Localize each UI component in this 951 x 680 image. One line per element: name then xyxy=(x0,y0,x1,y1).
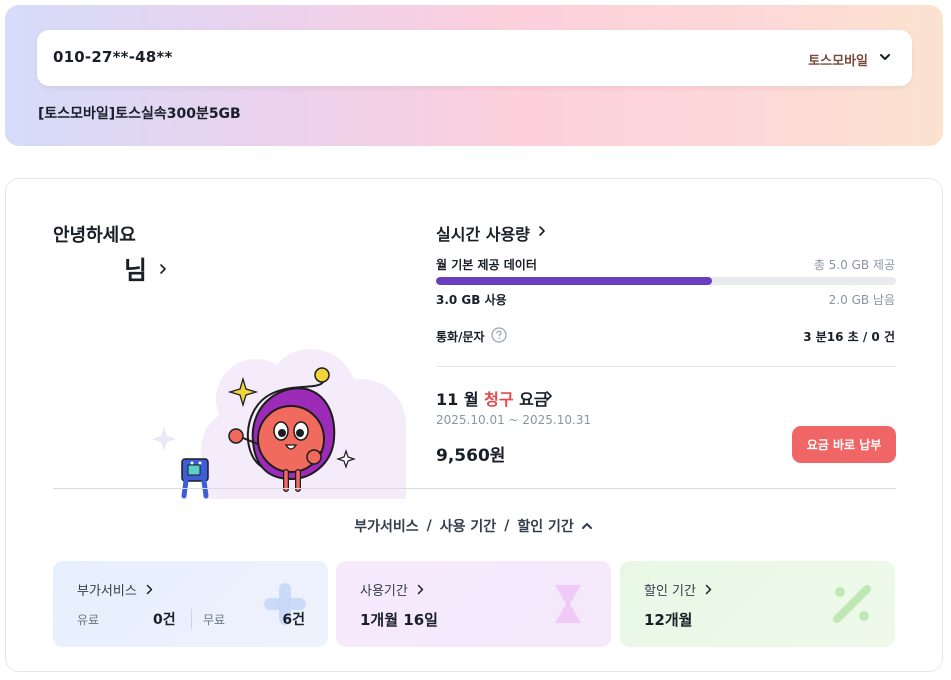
hourglass-icon xyxy=(555,585,581,623)
divider xyxy=(191,609,192,629)
bill-highlight: 청구 xyxy=(484,390,514,409)
phone-number: 010-27**-48** xyxy=(53,48,173,66)
usage-period-card[interactable]: 사용기간 1개월 16일 xyxy=(336,561,611,647)
addon-service-card[interactable]: 부가서비스 유료 0건 무료 6건 xyxy=(53,561,328,647)
help-icon[interactable] xyxy=(491,327,507,343)
greeting-text: 안녕하세요 xyxy=(53,225,136,246)
data-progress-bar xyxy=(436,277,896,285)
discount-title[interactable]: 할인 기간 xyxy=(644,580,713,599)
bill-title[interactable]: 11 월 청구 요금 xyxy=(436,386,549,410)
chevron-right-icon[interactable] xyxy=(158,263,168,275)
data-used: 3.0 GB 사용 xyxy=(436,293,507,307)
account-card: 010-27**-48** 토스모바일 [토스모바일]토스실속300분5GB xyxy=(5,5,943,146)
paid-label: 유료 xyxy=(77,613,100,627)
addon-title-label: 부가서비스 xyxy=(77,584,137,599)
divider xyxy=(53,488,896,489)
chevron-right-icon[interactable] xyxy=(544,390,554,402)
data-label: 월 기본 제공 데이터 xyxy=(436,258,537,272)
separator: / xyxy=(426,518,432,534)
free-value: 6건 xyxy=(282,612,305,628)
paid-value: 0건 xyxy=(153,612,176,628)
data-progress-fill xyxy=(436,277,712,285)
pay-now-button[interactable]: 요금 바로 납부 xyxy=(792,426,896,463)
discount-title-label: 할인 기간 xyxy=(644,584,696,599)
divider xyxy=(436,366,896,367)
line-selector[interactable]: 010-27**-48** 토스모바일 xyxy=(37,30,912,86)
usage-title-label: 사용기간 xyxy=(360,584,408,599)
toggle-item-addon: 부가서비스 xyxy=(354,519,419,535)
chevron-down-icon[interactable] xyxy=(878,50,892,64)
data-remaining: 2.0 GB 남음 xyxy=(828,293,895,307)
bill-month: 11 월 xyxy=(436,390,479,409)
realtime-usage-title[interactable]: 실시간 사용량 xyxy=(436,221,530,245)
bill-period: 2025.10.01 ~ 2025.10.31 xyxy=(436,413,592,427)
username[interactable]: 님 xyxy=(124,251,147,287)
section-toggle[interactable]: 부가서비스 / 사용 기간 / 할인 기간 xyxy=(6,516,942,536)
usage-card: 안녕하세요 님 실시간 사용량 월 기본 제공 데이터 총 5.0 GB 제공 … xyxy=(5,178,943,672)
carrier-name: 토스모바일 xyxy=(808,54,868,69)
call-sms-label: 통화/문자 xyxy=(436,330,485,344)
toggle-item-discount: 할인 기간 xyxy=(517,519,574,535)
chevron-right-icon xyxy=(417,584,424,595)
chevron-right-icon xyxy=(705,584,712,595)
toggle-item-usage: 사용 기간 xyxy=(439,519,497,535)
chevron-right-icon xyxy=(146,584,153,595)
call-sms-value: 3 분16 초 / 0 건 xyxy=(803,330,895,344)
discount-value: 12개월 xyxy=(644,611,693,629)
separator: / xyxy=(504,518,510,534)
usage-value: 1개월 16일 xyxy=(360,611,438,629)
percent-icon xyxy=(833,585,871,623)
addon-counts: 유료 0건 무료 6건 xyxy=(77,609,305,631)
mascot-illustration xyxy=(152,349,406,499)
chevron-right-icon[interactable] xyxy=(537,225,547,237)
plan-name: [토스모바일]토스실속300분5GB xyxy=(38,106,241,122)
discount-period-card[interactable]: 할인 기간 12개월 xyxy=(620,561,895,647)
chevron-up-icon[interactable] xyxy=(580,519,594,533)
bill-amount: 9,560원 xyxy=(436,446,506,466)
data-total: 총 5.0 GB 제공 xyxy=(813,258,895,272)
free-label: 무료 xyxy=(203,613,226,627)
addon-title[interactable]: 부가서비스 xyxy=(77,580,154,599)
usage-title[interactable]: 사용기간 xyxy=(360,580,425,599)
